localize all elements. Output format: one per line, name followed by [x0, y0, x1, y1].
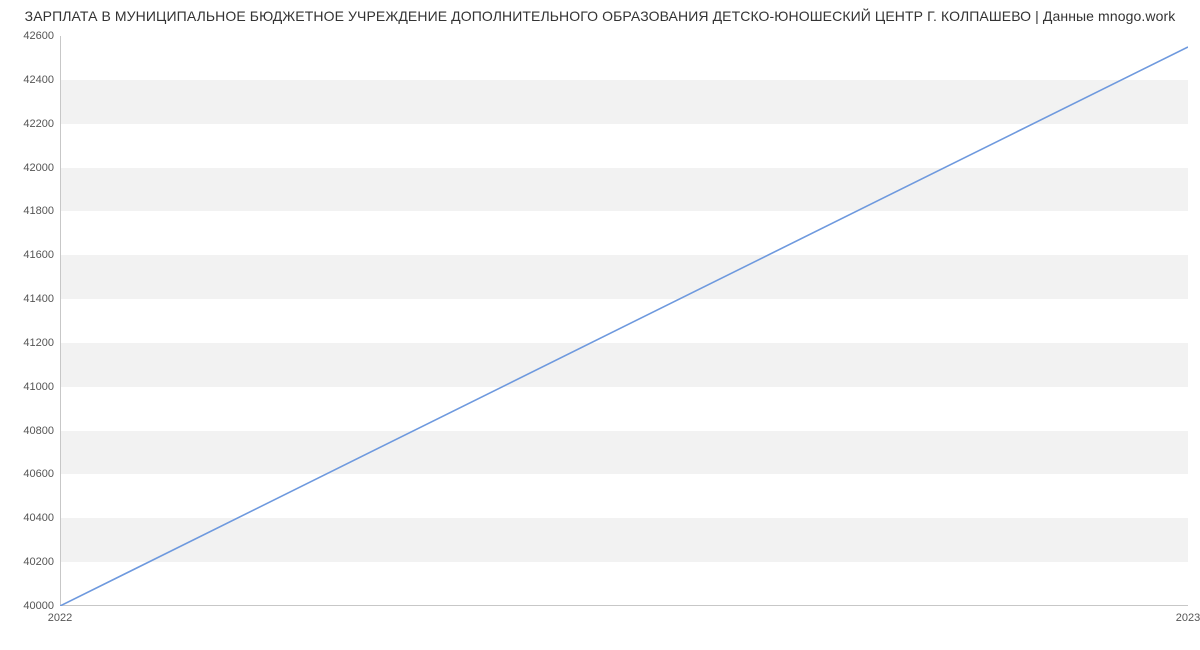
y-tick-label: 40400 — [23, 512, 54, 524]
y-tick-label: 42400 — [23, 74, 54, 86]
chart-container: ЗАРПЛАТА В МУНИЦИПАЛЬНОЕ БЮДЖЕТНОЕ УЧРЕЖ… — [0, 0, 1200, 650]
chart-title: ЗАРПЛАТА В МУНИЦИПАЛЬНОЕ БЮДЖЕТНОЕ УЧРЕЖ… — [0, 8, 1200, 24]
y-tick-label: 41800 — [23, 205, 54, 217]
y-tick-label: 42600 — [23, 30, 54, 42]
line-layer — [60, 36, 1188, 606]
y-tick-label: 40200 — [23, 556, 54, 568]
y-tick-label: 42000 — [23, 162, 54, 174]
y-tick-label: 41600 — [23, 249, 54, 261]
y-tick-label: 41200 — [23, 337, 54, 349]
plot-area: 4000040200404004060040800410004120041400… — [60, 36, 1188, 606]
y-tick-label: 42200 — [23, 118, 54, 130]
series-line — [60, 47, 1188, 606]
y-tick-label: 40600 — [23, 468, 54, 480]
x-tick-label: 2022 — [48, 612, 72, 624]
x-tick-label: 2023 — [1176, 612, 1200, 624]
y-tick-label: 41400 — [23, 293, 54, 305]
y-tick-label: 40800 — [23, 425, 54, 437]
y-tick-label: 41000 — [23, 381, 54, 393]
y-tick-label: 40000 — [23, 600, 54, 612]
